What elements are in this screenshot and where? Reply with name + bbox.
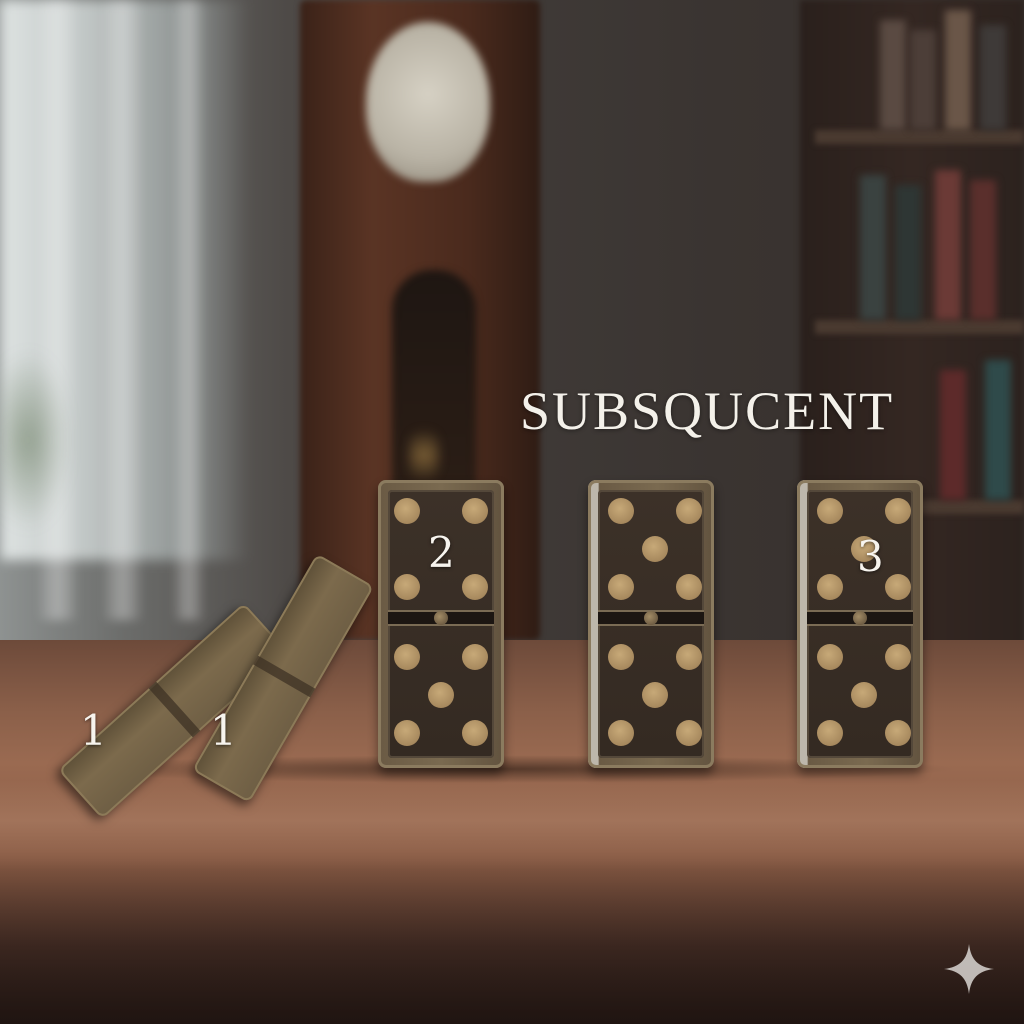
domino-pip: [885, 720, 911, 746]
domino-pip: [817, 574, 843, 600]
table-sheen: [0, 780, 1024, 870]
domino-label-first: 1: [80, 706, 107, 755]
book: [980, 25, 1006, 130]
domino-pip: [608, 498, 634, 524]
book: [895, 185, 921, 320]
sparkle-icon: [944, 944, 994, 994]
domino-pip: [394, 720, 420, 746]
domino-pip: [608, 720, 634, 746]
domino-pip: [817, 720, 843, 746]
domino-label-second: 1: [210, 706, 237, 755]
domino-pip: [676, 644, 702, 670]
curtain-fold: [105, 0, 141, 620]
domino-pip: [428, 682, 454, 708]
domino-label-fifth: 3: [857, 532, 884, 581]
domino-pip: [642, 682, 668, 708]
domino-pip: [462, 574, 488, 600]
domino-pip: [462, 498, 488, 524]
domino-pip: [394, 574, 420, 600]
book: [935, 170, 961, 320]
domino-pip: [676, 720, 702, 746]
domino-pip: [817, 498, 843, 524]
domino-pin: [434, 611, 448, 625]
headline-text: SUBSQUCENT: [520, 381, 895, 441]
domino-pip: [608, 644, 634, 670]
shelf-board: [815, 320, 1024, 334]
domino-pip: [394, 644, 420, 670]
book: [945, 10, 971, 130]
domino-pip: [608, 574, 634, 600]
book: [985, 360, 1011, 500]
clock-face: [366, 22, 490, 182]
shelf-board: [815, 130, 1024, 144]
domino-notch: [148, 681, 201, 738]
domino-pip: [642, 536, 668, 562]
domino-pip: [676, 574, 702, 600]
domino-pin: [853, 611, 867, 625]
domino-pip: [885, 574, 911, 600]
domino-pin: [644, 611, 658, 625]
domino-notch: [253, 655, 316, 698]
domino-label-third: 2: [428, 528, 455, 577]
standing-domino-first: [378, 480, 504, 768]
domino-pip: [462, 644, 488, 670]
domino-pip: [851, 682, 877, 708]
book: [940, 370, 966, 500]
domino-pip: [817, 644, 843, 670]
curtain-fold: [175, 0, 203, 620]
standing-domino-third: [797, 480, 923, 768]
domino-scene: 1 1 2 3 SUBSQUCENT: [0, 0, 1024, 1024]
plant-blur: [0, 350, 70, 530]
table-shadow: [0, 860, 1024, 1024]
domino-pip: [394, 498, 420, 524]
book: [860, 175, 886, 320]
domino-pip: [462, 720, 488, 746]
standing-domino-second: [588, 480, 714, 768]
domino-pip: [885, 498, 911, 524]
domino-pip: [676, 498, 702, 524]
book: [910, 30, 936, 130]
book: [970, 180, 996, 320]
domino-pip: [885, 644, 911, 670]
book: [880, 20, 906, 130]
